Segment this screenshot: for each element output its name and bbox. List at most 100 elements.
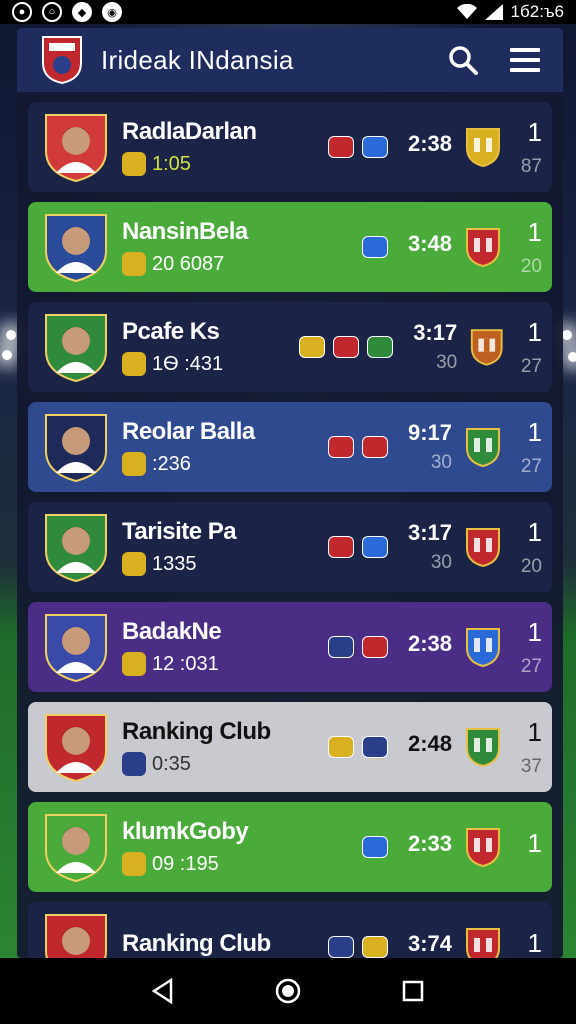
- team-name: Tarisite Pa: [122, 518, 237, 545]
- club-badge-icon: [122, 352, 146, 376]
- opponent-crest-icon: [466, 128, 500, 168]
- team-stat-value: 1Ѳ :431: [152, 352, 224, 375]
- recents-button[interactable]: [393, 971, 433, 1011]
- ranking-list: RadlaDarlan 1:05 2:38 1 87 NansinBela 20…: [17, 94, 563, 958]
- player-avatar: [45, 214, 107, 283]
- signal-icon: [484, 4, 503, 20]
- table-row[interactable]: NansinBela 20 6087 3:48 1 20: [28, 202, 552, 292]
- club-badge-icon: [122, 452, 146, 476]
- club-badge-icon: [122, 552, 146, 576]
- rank-position: 1: [527, 216, 542, 247]
- match-time: 3:48: [407, 231, 452, 256]
- team-name: RadlaDarlan: [122, 118, 257, 145]
- team-name: Ranking Club: [122, 718, 271, 745]
- match-time-sub: 30: [436, 352, 458, 373]
- player-avatar: [45, 314, 107, 383]
- team-stat: 20 6087: [122, 252, 312, 276]
- team-stat-value: 1:05: [152, 152, 191, 175]
- rank-position: 1: [527, 616, 542, 647]
- team-stat: 0:35: [122, 752, 312, 776]
- match-info: 9:17 30: [312, 420, 452, 474]
- club-flag-icon: [328, 936, 354, 958]
- back-button[interactable]: [143, 971, 183, 1011]
- menu-icon: [510, 48, 540, 72]
- club-badge-icon: [122, 152, 146, 176]
- media-icon: ◉: [102, 2, 122, 22]
- club-badge-icon: [122, 252, 146, 276]
- opponent-crest-icon: [466, 728, 500, 768]
- opponent-crest-icon: [466, 828, 500, 868]
- team-stat: 1335: [122, 552, 312, 576]
- rank-position: 1: [527, 116, 542, 147]
- table-row[interactable]: Ranking Club 3:74 1: [28, 902, 552, 958]
- opponent-crest-icon: [466, 628, 500, 668]
- player-avatar: [45, 414, 107, 483]
- recents-icon: [403, 980, 424, 1002]
- table-row[interactable]: klumkGoby 09 :195 2:33 1: [28, 802, 552, 892]
- rank-position: 1: [527, 316, 542, 347]
- team-stat: 12 :031: [122, 652, 312, 676]
- search-button[interactable]: [439, 36, 487, 84]
- team-name: Ranking Club: [122, 930, 271, 957]
- shield-icon: ◆: [72, 2, 92, 22]
- table-row[interactable]: Tarisite Pa 1335 3:17 30 1 20: [28, 502, 552, 592]
- player-avatar: [45, 814, 107, 883]
- clock: 1б2:ъ6: [510, 2, 564, 21]
- rank-position: 1: [527, 927, 542, 958]
- team-stat: 09 :195: [122, 852, 312, 876]
- club-flag-icon: [333, 336, 360, 358]
- team-stat: 1:05: [122, 152, 312, 176]
- club-flag-icon: [362, 536, 388, 558]
- table-row[interactable]: Ranking Club 0:35 2:48 1 37: [28, 702, 552, 792]
- rank-points: 20: [520, 255, 542, 277]
- home-icon: [275, 978, 301, 1004]
- team-name: klumkGoby: [122, 818, 249, 845]
- rank-position: 1: [527, 416, 542, 447]
- rank-position: 1: [527, 716, 542, 747]
- club-flag-icon: [362, 636, 388, 658]
- rank-position: 1: [527, 827, 542, 858]
- club-flag-icon: [362, 236, 388, 258]
- player-avatar: [45, 614, 107, 683]
- club-flag-icon: [328, 736, 354, 758]
- chat-icon: ○: [42, 2, 62, 22]
- back-icon: [151, 978, 172, 1004]
- team-stat: :236: [122, 452, 312, 476]
- match-info: 3:48: [312, 231, 452, 263]
- player-avatar: [45, 114, 107, 183]
- table-row[interactable]: Reolar Balla :236 9:17 30 1 27: [28, 402, 552, 492]
- team-stat-value: 0:35: [152, 752, 191, 775]
- opponent-crest-icon: [466, 528, 500, 568]
- app-logo-icon: [42, 36, 82, 85]
- player-avatar: [45, 714, 107, 783]
- club-flag-icon: [362, 436, 388, 458]
- rank-points: 87: [520, 155, 542, 177]
- table-row[interactable]: BadakNe 12 :031 2:38 1 27: [28, 602, 552, 692]
- wifi-icon: [456, 4, 477, 19]
- match-time: 2:38: [407, 631, 452, 656]
- club-flag-icon: [328, 636, 354, 658]
- table-row[interactable]: Pcafe Ks 1Ѳ :431 3:17 30 1 27: [28, 302, 552, 392]
- rank-points: 20: [520, 555, 542, 577]
- club-flag-icon: [362, 736, 388, 758]
- club-flag-icon: [367, 336, 394, 358]
- club-badge-icon: [122, 852, 146, 876]
- circle-icon: ●: [12, 2, 32, 22]
- club-flag-icon: [362, 136, 388, 158]
- opponent-crest-icon: [471, 329, 503, 366]
- opponent-crest-icon: [466, 428, 500, 468]
- ranking-app: Iridеak INdansia RadlaDarlan 1:05 2:38 1…: [17, 28, 563, 958]
- club-flag-icon: [362, 836, 388, 858]
- match-time-sub: 30: [430, 452, 452, 473]
- match-info: 3:74: [312, 931, 452, 958]
- opponent-crest-icon: [466, 228, 500, 268]
- team-stat-value: 1335: [152, 552, 197, 575]
- match-info: 3:17 30: [312, 520, 452, 574]
- rank-points: 27: [520, 355, 542, 377]
- home-button[interactable]: [268, 971, 308, 1011]
- table-row[interactable]: RadlaDarlan 1:05 2:38 1 87: [28, 102, 552, 192]
- search-icon: [449, 46, 478, 75]
- match-info: 2:33: [312, 831, 452, 863]
- menu-button[interactable]: [501, 36, 549, 84]
- team-name: NansinBela: [122, 218, 248, 245]
